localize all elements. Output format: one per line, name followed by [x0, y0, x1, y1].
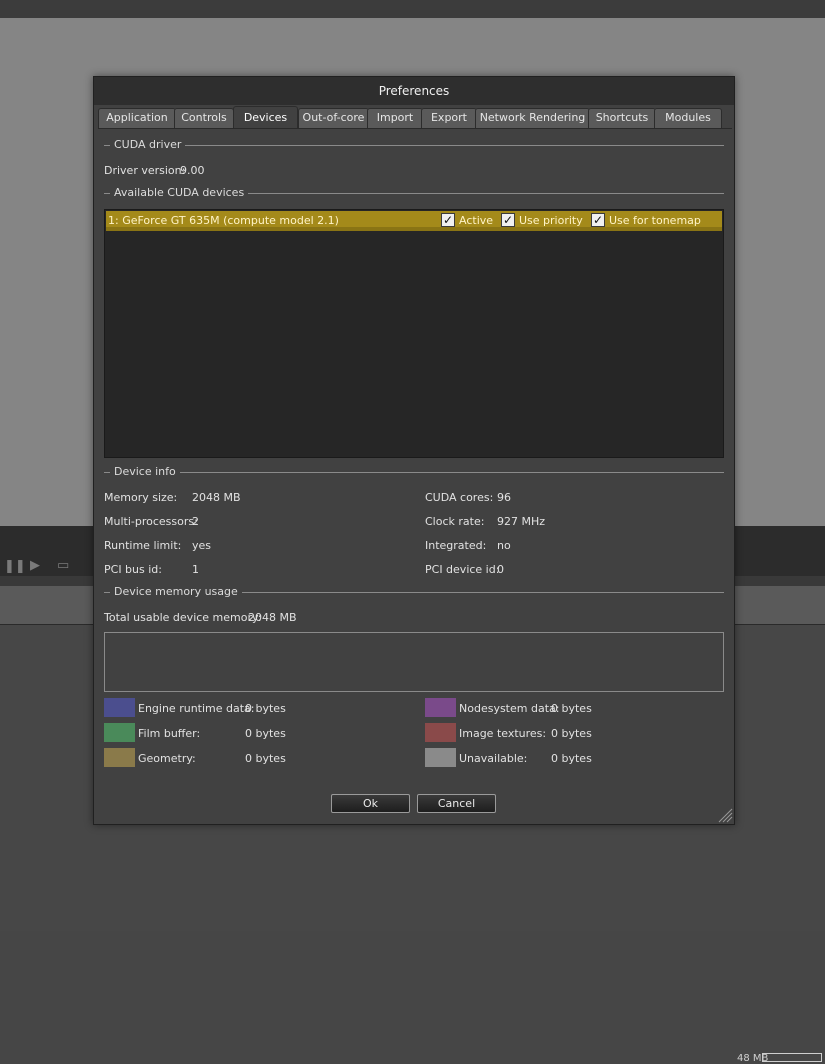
cancel-button[interactable]: Cancel — [417, 794, 496, 813]
integrated-value: no — [497, 539, 511, 552]
tab-out-of-core[interactable]: Out-of-core — [298, 108, 369, 128]
cuda-cores-label: CUDA cores: — [425, 491, 494, 504]
device-name: 1: GeForce GT 635M (compute model 2.1) — [108, 214, 339, 227]
dialog-title: Preferences — [378, 84, 450, 98]
memory-bar — [762, 1053, 822, 1062]
section-cuda-driver: CUDA driver — [104, 138, 724, 152]
unavailable-value: 0 bytes — [551, 752, 592, 765]
geometry-value: 0 bytes — [245, 752, 286, 765]
tab-application[interactable]: Application — [98, 108, 176, 128]
tab-modules[interactable]: Modules — [654, 108, 722, 128]
pci-device-label: PCI device id: — [425, 563, 500, 576]
pci-bus-value: 1 — [192, 563, 199, 576]
clock-rate-label: Clock rate: — [425, 515, 485, 528]
use-priority-checkbox[interactable]: ✓ — [501, 213, 515, 227]
use-tonemap-checkbox[interactable]: ✓ — [591, 213, 605, 227]
multiprocessors-value: 2 — [192, 515, 199, 528]
pci-bus-label: PCI bus id: — [104, 563, 162, 576]
nodesystem-swatch — [425, 698, 456, 717]
total-memory-label: Total usable device memory: — [104, 611, 262, 624]
geometry-label: Geometry: — [138, 752, 196, 765]
use-tonemap-label: Use for tonemap — [609, 214, 701, 227]
runtime-limit-label: Runtime limit: — [104, 539, 182, 552]
tab-bar: Application Controls Out-of-core Import … — [98, 106, 732, 129]
resize-grip-icon[interactable] — [717, 807, 733, 823]
nodesystem-value: 0 bytes — [551, 702, 592, 715]
total-memory-value: 2048 MB — [248, 611, 297, 624]
tab-controls[interactable]: Controls — [174, 108, 234, 128]
image-textures-swatch — [425, 723, 456, 742]
engine-runtime-label: Engine runtime data: — [138, 702, 255, 715]
nodesystem-label: Nodesystem data: — [459, 702, 560, 715]
section-label: Device info — [110, 465, 180, 479]
section-memory-usage: Device memory usage — [104, 585, 724, 599]
geometry-swatch — [104, 748, 135, 767]
engine-runtime-swatch — [104, 698, 135, 717]
pause-icon[interactable]: ❚❚ — [4, 559, 26, 574]
integrated-label: Integrated: — [425, 539, 487, 552]
tab-network-rendering[interactable]: Network Rendering — [475, 108, 590, 128]
section-device-info: Device info — [104, 465, 724, 479]
film-buffer-value: 0 bytes — [245, 727, 286, 740]
clock-rate-value: 927 MHz — [497, 515, 546, 528]
film-buffer-label: Film buffer: — [138, 727, 201, 740]
section-available-devices: Available CUDA devices — [104, 186, 724, 200]
driver-version-value: 9.00 — [180, 164, 205, 177]
section-label: Available CUDA devices — [110, 186, 249, 200]
preferences-dialog: Preferences Application Controls Out-of-… — [93, 76, 735, 825]
tab-shortcuts[interactable]: Shortcuts — [588, 108, 656, 128]
cuda-cores-value: 96 — [497, 491, 511, 504]
memory-usage-graph — [104, 632, 724, 692]
tab-export[interactable]: Export — [421, 108, 477, 128]
section-label: Device memory usage — [110, 585, 242, 599]
monitor-icon[interactable]: ▭ — [57, 558, 69, 573]
engine-runtime-value: 0 bytes — [245, 702, 286, 715]
unavailable-swatch — [425, 748, 456, 767]
section-label: CUDA driver — [110, 138, 186, 152]
memory-size-value: 2048 MB — [192, 491, 241, 504]
device-row[interactable]: 1: GeForce GT 635M (compute model 2.1) ✓… — [106, 211, 722, 231]
film-buffer-swatch — [104, 723, 135, 742]
tab-devices[interactable]: Devices — [233, 106, 298, 128]
play-icon[interactable]: ▶ — [30, 558, 40, 573]
active-label: Active — [459, 214, 494, 227]
unavailable-label: Unavailable: — [459, 752, 528, 765]
pci-device-value: 0 — [497, 563, 504, 576]
dialog-title-bar[interactable]: Preferences — [94, 77, 734, 105]
image-textures-label: Image textures: — [459, 727, 547, 740]
ok-button[interactable]: Ok — [331, 794, 410, 813]
active-checkbox[interactable]: ✓ — [441, 213, 455, 227]
driver-version-label: Driver version: — [104, 164, 186, 177]
use-priority-label: Use priority — [519, 214, 583, 227]
memory-size-label: Memory size: — [104, 491, 178, 504]
image-textures-value: 0 bytes — [551, 727, 592, 740]
tab-import[interactable]: Import — [367, 108, 423, 128]
app-top-bar — [0, 0, 825, 18]
runtime-limit-value: yes — [192, 539, 212, 552]
device-list[interactable]: 1: GeForce GT 635M (compute model 2.1) ✓… — [104, 209, 724, 458]
multiprocessors-label: Multi-processors: — [104, 515, 198, 528]
